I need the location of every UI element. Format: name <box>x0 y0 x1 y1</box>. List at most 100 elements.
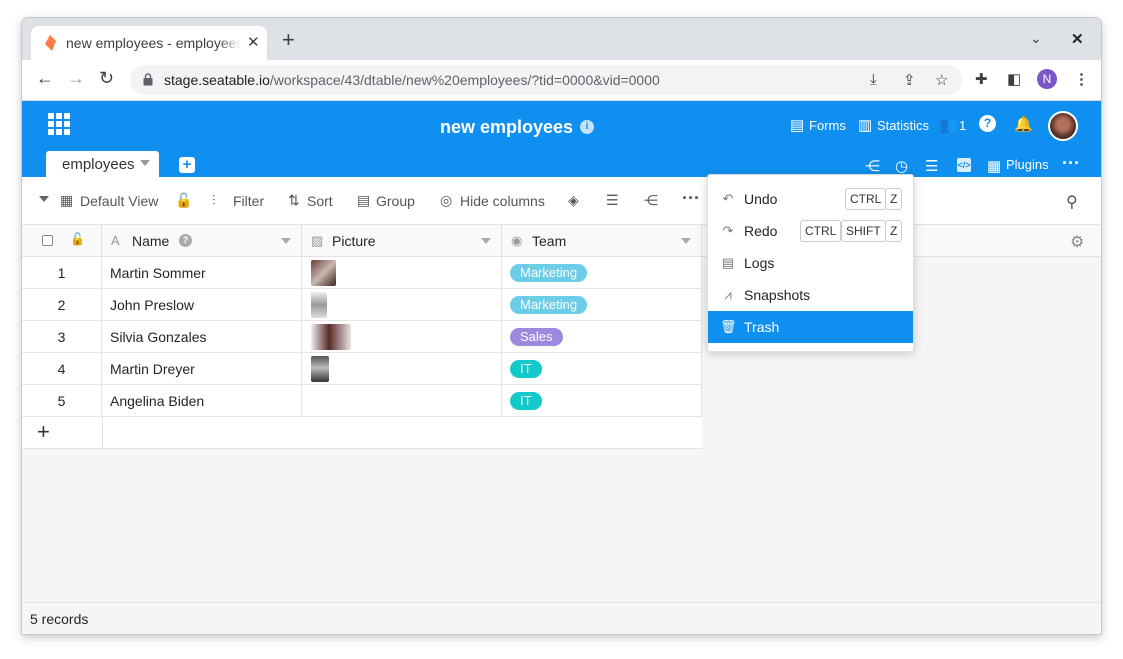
menu-item-logs[interactable]: ▤ Logs <box>708 247 913 279</box>
tab-employees[interactable]: employees <box>46 151 159 177</box>
text-type-icon: A <box>111 233 120 248</box>
forward-icon[interactable]: → <box>67 68 85 89</box>
star-icon[interactable]: ☆ <box>935 71 948 89</box>
search-icon[interactable]: ⚲ <box>1066 192 1078 212</box>
plus-icon[interactable]: + <box>37 419 50 445</box>
row-height-icon[interactable]: ☰ <box>606 192 619 209</box>
lock-icon <box>143 73 153 86</box>
name-cell[interactable]: Silvia Gonzales <box>102 321 302 353</box>
profile-avatar[interactable]: N <box>1037 69 1057 89</box>
table-row[interactable]: 1 Martin Sommer Marketing <box>22 257 702 289</box>
team-cell[interactable]: IT <box>502 385 702 417</box>
share-icon[interactable]: ⇪ <box>903 71 916 89</box>
chevron-down-icon[interactable] <box>281 238 291 244</box>
more-horizontal-icon[interactable]: ··· <box>1062 153 1080 174</box>
collapse-caret-icon[interactable] <box>39 196 49 202</box>
row-number: 5 <box>22 385 102 417</box>
name-cell[interactable]: Martin Dreyer <box>102 353 302 385</box>
collaborators-count[interactable]: 1 <box>959 118 966 133</box>
help-icon[interactable]: ? <box>979 115 996 132</box>
team-cell[interactable]: Sales <box>502 321 702 353</box>
group-icon: ▤ <box>357 192 371 208</box>
logs-icon: ▤ <box>721 255 735 270</box>
table-row[interactable]: 2 John Preslow Marketing <box>22 289 702 321</box>
picture-cell[interactable] <box>302 385 502 417</box>
employee-photo[interactable] <box>311 292 327 318</box>
close-icon[interactable]: ✕ <box>247 33 260 51</box>
add-table-icon[interactable]: + <box>179 157 195 173</box>
extensions-icon[interactable]: ✚ <box>975 70 988 88</box>
plugins-button[interactable]: Plugins <box>1006 157 1049 172</box>
new-tab-icon[interactable]: + <box>282 29 295 51</box>
user-avatar[interactable] <box>1048 111 1078 141</box>
menu-item-snapshots[interactable]: ⩘ Snapshots <box>708 279 913 311</box>
name-cell[interactable]: John Preslow <box>102 289 302 321</box>
help-icon[interactable]: ? <box>179 234 192 247</box>
team-cell[interactable]: IT <box>502 353 702 385</box>
team-cell[interactable]: Marketing <box>502 257 702 289</box>
reload-icon[interactable]: ↻ <box>99 68 114 89</box>
column-header-picture[interactable]: ▨ Picture <box>302 225 502 257</box>
address-bar[interactable]: stage.seatable.io/workspace/43/dtable/ne… <box>130 65 962 95</box>
chevron-down-icon[interactable]: ⌄ <box>1030 30 1042 47</box>
base-title: new employees <box>440 117 574 137</box>
collaborators-icon[interactable]: 👥 <box>939 116 958 134</box>
grid-view-icon: ▦ <box>60 192 74 208</box>
statistics-link[interactable]: Statistics <box>877 118 929 133</box>
share-icon[interactable]: ⋲ <box>865 157 880 175</box>
group-button[interactable]: Group <box>376 193 415 209</box>
add-row[interactable]: + <box>22 417 702 449</box>
menu-item-redo[interactable]: ↷ Redo CTRL SHIFT Z <box>708 215 913 247</box>
key-ctrl: CTRL <box>845 188 887 210</box>
browser-tab[interactable]: new employees - employees ✕ <box>31 26 267 60</box>
column-header-team[interactable]: ◉ Team <box>502 225 702 257</box>
share-view-icon[interactable]: ⋲ <box>644 192 658 209</box>
more-horizontal-icon[interactable]: ··· <box>682 188 700 209</box>
lock-icon[interactable]: 🔓 <box>175 192 192 209</box>
bell-icon[interactable]: 🔔 <box>1014 115 1033 133</box>
window-close-icon[interactable]: ✕ <box>1071 30 1084 48</box>
install-icon[interactable]: ⤓ <box>870 71 877 88</box>
column-header-name[interactable]: A Name ? <box>102 225 302 257</box>
info-icon[interactable]: i <box>580 120 594 134</box>
lock-icon[interactable]: 🔓 <box>70 232 85 246</box>
team-cell[interactable]: Marketing <box>502 289 702 321</box>
select-all-checkbox[interactable] <box>42 235 53 246</box>
table-row[interactable]: 5 Angelina Biden IT <box>22 385 702 417</box>
picture-cell[interactable] <box>302 353 502 385</box>
app-header: new employees i ▤ Forms ▥ Statistics 👥 1… <box>22 101 1101 177</box>
view-name[interactable]: Default View <box>80 193 158 209</box>
back-icon[interactable]: ← <box>36 68 54 89</box>
sliders-icon[interactable]: ☰ <box>925 157 938 175</box>
more-vert-icon[interactable]: ⋮ <box>1074 70 1089 88</box>
apps-grid-icon[interactable] <box>48 113 70 135</box>
column-label: Name <box>132 233 170 249</box>
gear-icon[interactable]: ⚙ <box>1070 232 1084 252</box>
filter-icon: ⫶ <box>212 192 216 208</box>
menu-item-label: Redo <box>744 223 778 239</box>
employee-photo[interactable] <box>311 324 351 350</box>
forms-link[interactable]: Forms <box>809 118 846 133</box>
filter-button[interactable]: Filter <box>233 193 264 209</box>
employee-photo[interactable] <box>311 260 336 286</box>
name-cell[interactable]: Martin Sommer <box>102 257 302 289</box>
chevron-down-icon[interactable] <box>140 160 150 166</box>
picture-cell[interactable] <box>302 257 502 289</box>
table-row[interactable]: 3 Silvia Gonzales Sales <box>22 321 702 353</box>
script-icon[interactable]: </> <box>957 158 971 172</box>
name-cell[interactable]: Angelina Biden <box>102 385 302 417</box>
sort-button[interactable]: Sort <box>307 193 333 209</box>
history-icon[interactable]: ◷ <box>895 157 908 175</box>
chevron-down-icon[interactable] <box>481 238 491 244</box>
hide-columns-button[interactable]: Hide columns <box>460 193 545 209</box>
column-label: Team <box>532 233 567 249</box>
menu-item-trash[interactable]: 🗑 Trash <box>708 311 913 343</box>
picture-cell[interactable] <box>302 289 502 321</box>
employee-photo[interactable] <box>311 356 329 382</box>
side-panel-icon[interactable]: ◧ <box>1007 70 1021 88</box>
paint-bucket-icon[interactable]: ◈ <box>568 192 579 209</box>
chevron-down-icon[interactable] <box>681 238 691 244</box>
table-row[interactable]: 4 Martin Dreyer IT <box>22 353 702 385</box>
picture-cell[interactable] <box>302 321 502 353</box>
menu-item-undo[interactable]: ↶ Undo CTRL Z <box>708 183 913 215</box>
